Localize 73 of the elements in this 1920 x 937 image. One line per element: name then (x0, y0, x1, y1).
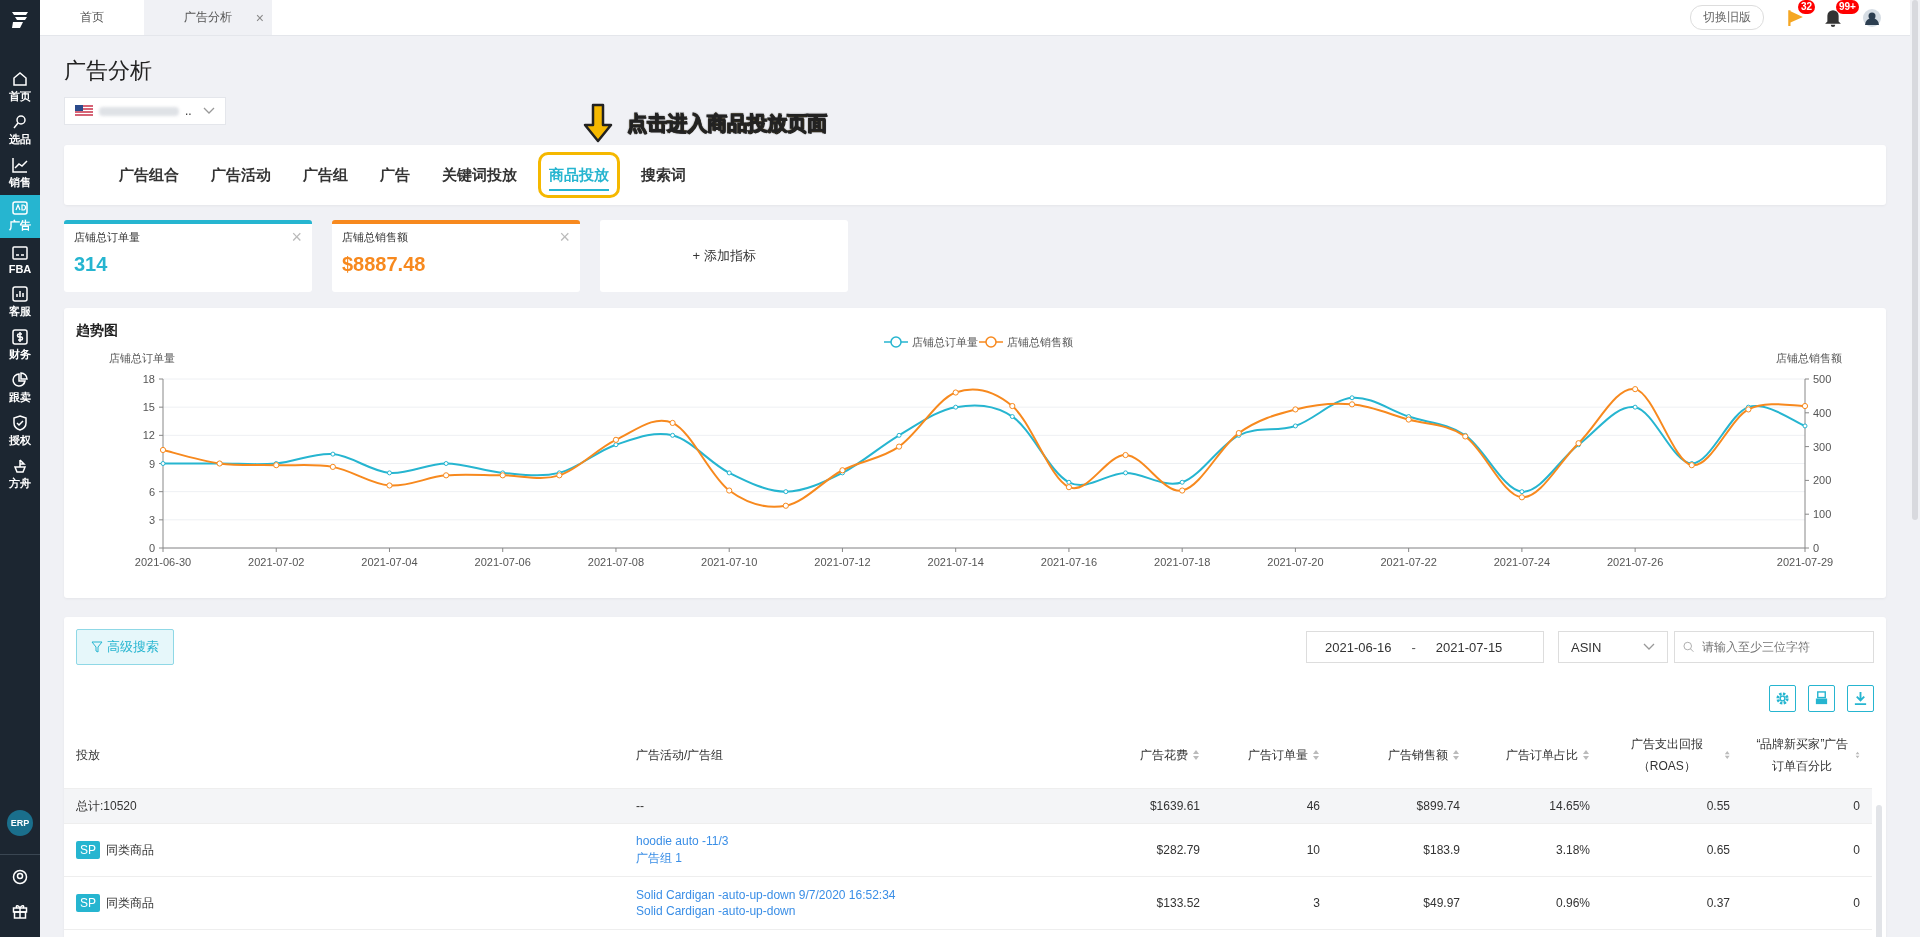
axis-title: 店铺总销售额 (1776, 352, 1842, 364)
metric-label: 店铺总订单量 (74, 230, 140, 245)
tick-label: 12 (142, 429, 155, 442)
table-cell: $133.52 (1062, 877, 1212, 930)
tick-label: 2021-07-04 (361, 556, 418, 568)
table-cell: 0.55 (1602, 789, 1742, 824)
tick-label: 0 (148, 542, 155, 554)
table-cell: 0.96% (1472, 877, 1602, 930)
table-cell: 0 (1742, 877, 1872, 930)
tick-label: 2021-07-20 (1267, 556, 1324, 568)
type-badge: SP (76, 841, 100, 859)
axis-title: 店铺总订单量 (109, 352, 175, 364)
table-cell: $183.9 (1332, 824, 1472, 877)
table-cell: 0 (1742, 789, 1872, 824)
tick-label: 2021-07-02 (248, 556, 305, 568)
tick-label: 15 (142, 401, 155, 414)
page-title: 广告分析 (64, 57, 153, 85)
column-header: 广告订单量 (1248, 747, 1308, 764)
table-cell: 同类商品 (106, 841, 154, 859)
table-cell: 0.65 (1602, 824, 1742, 877)
type-badge: SP (76, 894, 100, 912)
tick-label: 3 (148, 513, 155, 526)
tick-label: 2021-07-24 (1493, 556, 1551, 568)
table-cell: $1639.61 (1062, 789, 1212, 824)
tick-label: 400 (1813, 406, 1832, 419)
table-cell: $899.74 (1332, 789, 1472, 824)
metric-value: 314 (74, 253, 109, 276)
legend-label: 店铺总销售额 (1007, 336, 1073, 348)
column-header: 广告活动/广告组 (636, 747, 724, 764)
tick-label: 300 (1813, 440, 1832, 453)
table-cell: 总计:10520 (64, 789, 624, 824)
chart-title: 趋势图 (76, 322, 119, 340)
legend-label: 店铺总订单量 (912, 336, 978, 348)
tick-label: 18 (142, 373, 155, 385)
table-cell: -- (624, 789, 1062, 824)
table-cell: 0 (1742, 824, 1872, 877)
column-header: “品牌新买家”广告订单百分比 (1755, 736, 1850, 775)
tick-label: 9 (148, 457, 155, 470)
table-cell: 0.37 (1602, 877, 1742, 930)
tick-label: 200 (1813, 474, 1832, 487)
tick-label: 0 (1813, 542, 1820, 554)
annotation-text: 点击进入商品投放页面 (627, 110, 827, 136)
table-cell: 46 (1212, 789, 1332, 824)
column-header: 投放 (76, 747, 100, 764)
table-cell: 14.65% (1472, 789, 1602, 824)
column-header: 广告订单占比 (1506, 747, 1578, 764)
tick-label: 2021-07-12 (814, 556, 871, 568)
tick-label: 2021-07-22 (1380, 556, 1437, 568)
table-cell: $49.97 (1332, 877, 1472, 930)
tick-label: 100 (1813, 508, 1832, 521)
metric-label: 店铺总销售额 (342, 230, 408, 245)
table-cell: 10 (1212, 824, 1332, 877)
tick-label: 2021-07-18 (1154, 556, 1211, 568)
tick-label: 6 (148, 485, 155, 498)
tick-label: 2021-06-30 (134, 556, 192, 568)
table-cell: 3.18% (1472, 824, 1602, 877)
column-header: 广告销售额 (1388, 747, 1448, 764)
table-cell: 3 (1212, 877, 1332, 930)
tick-label: 2021-07-16 (1040, 556, 1098, 568)
tick-label: 500 (1813, 373, 1832, 385)
metric-value: $8887.48 (342, 253, 427, 276)
tick-label: 2021-07-06 (474, 556, 531, 568)
tick-label: 2021-07-29 (1776, 556, 1834, 568)
notification-badge: 32 (1798, 0, 1816, 14)
tick-label: 2021-07-26 (1607, 556, 1664, 568)
table-cell: $282.79 (1062, 824, 1212, 877)
notification-badge: 99+ (1836, 0, 1859, 14)
column-header: 广告支出回报（ROAS） (1629, 736, 1704, 775)
tick-label: 2021-07-08 (587, 556, 645, 568)
tick-label: 2021-07-14 (927, 556, 984, 568)
table-cell: 同类商品 (106, 894, 154, 912)
tick-label: 2021-07-10 (701, 556, 758, 568)
column-header: 广告花费 (1140, 747, 1188, 764)
